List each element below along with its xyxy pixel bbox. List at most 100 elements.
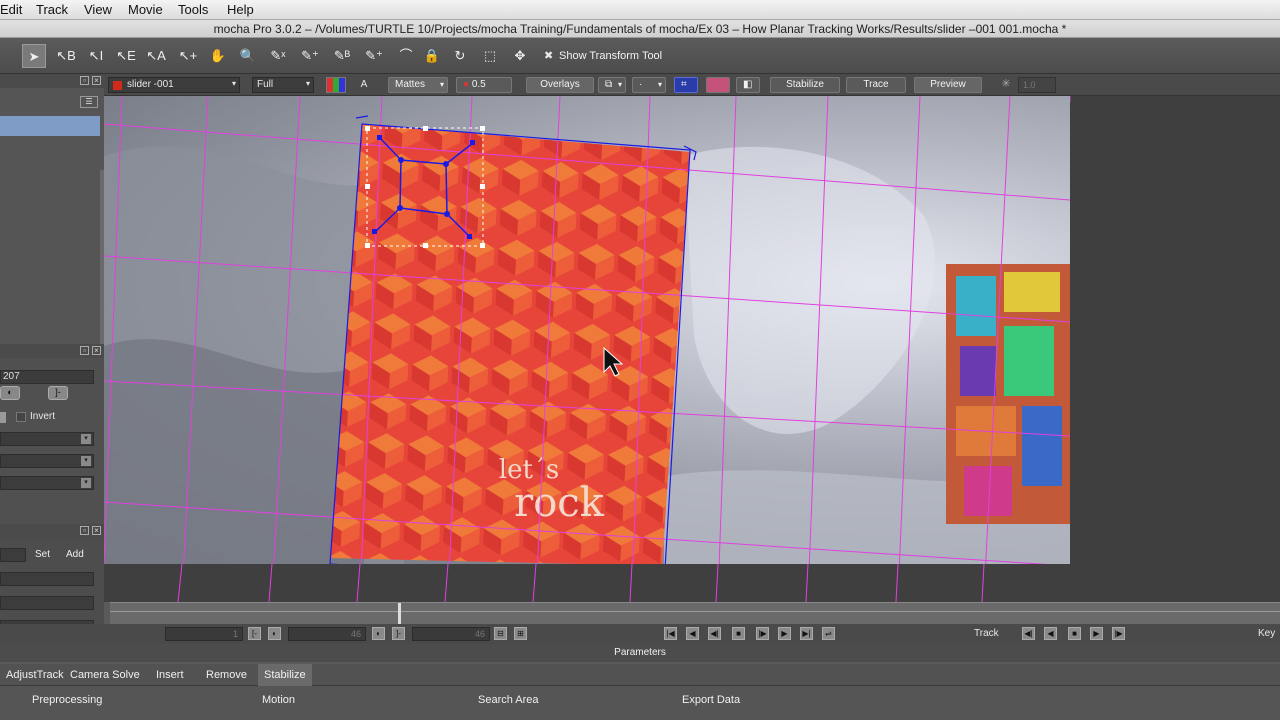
display-options-icon[interactable]: · ▾	[632, 77, 666, 93]
rgb-channels-icon[interactable]	[326, 77, 346, 93]
brightness-icon[interactable]: ✳	[998, 77, 1014, 93]
play-backwards-icon[interactable]: ◀	[686, 627, 699, 640]
close-panel-icon[interactable]: ×	[92, 76, 101, 85]
fabric-shape	[104, 339, 364, 564]
invert-checkbox[interactable]	[16, 412, 26, 422]
snapshot-icon[interactable]: ◧	[736, 77, 760, 93]
overlay-options-icon[interactable]: ⧉ ▾	[598, 77, 626, 93]
edge-field-1[interactable]	[0, 572, 94, 586]
float-panel-icon[interactable]: ▫	[80, 346, 89, 355]
fit-range-icon[interactable]: ⊟	[494, 627, 507, 640]
vase-highlight	[684, 146, 935, 434]
tab-camera-solve[interactable]: Camera Solve	[64, 664, 146, 686]
layer-select[interactable]: slider -001 ▾	[108, 77, 240, 93]
show-transform-tool-label[interactable]: Show Transform Tool	[559, 50, 662, 62]
alpha-channel-icon[interactable]: A	[354, 77, 374, 93]
magnetic-tool-icon[interactable]: ⌒	[394, 44, 418, 68]
go-to-start-icon[interactable]: |◀	[664, 627, 677, 640]
current-frame-field[interactable]: 46	[288, 627, 366, 641]
expand-range-icon[interactable]: ⊞	[514, 627, 527, 640]
zoom-tool-icon[interactable]: 🔍	[236, 44, 260, 68]
add-xspline-icon[interactable]: ✎⁺	[298, 44, 322, 68]
parameters-header: Parameters	[0, 644, 1280, 662]
select-tool-icon[interactable]: ➤	[22, 44, 46, 68]
track-forward-icon[interactable]: |▶	[1112, 627, 1125, 640]
layer-value-field[interactable]: 207	[0, 370, 94, 384]
create-xspline-icon[interactable]: ✎ˣ	[266, 44, 290, 68]
select-b-tool-icon[interactable]: ↖B	[54, 44, 78, 68]
matte-dropdown[interactable]: ▾	[0, 454, 94, 468]
close-panel-icon[interactable]: ×	[92, 346, 101, 355]
menu-view[interactable]: View	[84, 2, 112, 17]
section-search-area: Search Area	[478, 694, 539, 706]
select-a-tool-icon[interactable]: ↖A	[144, 44, 168, 68]
close-panel-icon[interactable]: ×	[92, 526, 101, 535]
menu-track[interactable]: Track	[36, 2, 68, 17]
transform-checkbox-icon[interactable]: ✖	[544, 49, 553, 62]
stabilize-button[interactable]: Stabilize	[770, 77, 840, 93]
resolution-select[interactable]: Full ▾	[252, 77, 314, 93]
menu-tools[interactable]: Tools	[178, 2, 208, 17]
float-panel-icon[interactable]: ▫	[80, 76, 89, 85]
hand-tool-icon[interactable]: ✋	[206, 44, 230, 68]
tab-insert[interactable]: Insert	[150, 664, 190, 686]
timeline-ruler[interactable]	[110, 602, 1280, 625]
scale-tool-icon[interactable]: ⬚	[478, 44, 502, 68]
create-bspline-icon[interactable]: ✎ᴮ	[330, 44, 354, 68]
trace-button[interactable]: Trace	[846, 77, 906, 93]
selected-layer-row[interactable]	[0, 116, 100, 136]
float-panel-icon[interactable]: ▫	[80, 526, 89, 535]
select-i-tool-icon[interactable]: ↖I	[84, 44, 108, 68]
track-forward-frame-icon[interactable]: ▶	[1090, 627, 1103, 640]
panel-menu-icon[interactable]: ☰	[80, 96, 98, 108]
gain-field[interactable]: 1.0	[1018, 77, 1056, 93]
add-button[interactable]: Add	[66, 549, 84, 560]
in-frame-field[interactable]: 1	[165, 627, 243, 641]
tab-remove[interactable]: Remove	[200, 664, 253, 686]
trace-label: Trace	[863, 79, 889, 90]
opacity-icon: ●	[463, 79, 470, 90]
track-mode-dropdown[interactable]: ▾	[0, 476, 94, 490]
link-icon[interactable]: ◐	[372, 627, 385, 640]
add-bspline-icon[interactable]: ✎⁺	[362, 44, 386, 68]
select-e-tool-icon[interactable]: ↖E	[114, 44, 138, 68]
edge-field-2[interactable]	[0, 596, 94, 610]
step-forward-icon[interactable]: |▶	[756, 627, 769, 640]
edge-value-field[interactable]	[0, 548, 26, 562]
rotate-tool-icon[interactable]: ↻	[448, 44, 472, 68]
keyframe-icon[interactable]: ]-	[48, 386, 68, 400]
color-swatch[interactable]	[0, 412, 6, 423]
menu-edit[interactable]: Edit	[0, 2, 22, 17]
play-forwards-icon[interactable]: ▶	[778, 627, 791, 640]
set-button[interactable]: Set	[35, 549, 50, 560]
matte-opacity-field[interactable]: ● 0.5	[456, 77, 512, 93]
set-out-icon[interactable]: ]-	[392, 627, 405, 640]
viewer-margin-bottom	[104, 563, 1070, 603]
stop-icon[interactable]: ■	[732, 627, 745, 640]
move-tool-icon[interactable]: ✥	[508, 44, 532, 68]
loop-icon[interactable]: ⇌	[822, 627, 835, 640]
viewer-canvas[interactable]: let´s rock	[104, 96, 1070, 564]
surface-icon[interactable]: ⌗	[674, 77, 698, 93]
set-in-icon[interactable]: [-	[248, 627, 261, 640]
track-backward-icon[interactable]: ◀|	[1022, 627, 1035, 640]
mattes-color-icon[interactable]	[706, 77, 730, 93]
go-to-end-icon[interactable]: ▶|	[800, 627, 813, 640]
playhead[interactable]	[398, 603, 401, 625]
mattes-button[interactable]: Mattes ▾	[388, 77, 448, 93]
track-back-frame-icon[interactable]: ◀	[1044, 627, 1057, 640]
preview-button[interactable]: Preview	[914, 77, 982, 93]
blend-mode-dropdown[interactable]: ▾	[0, 432, 94, 446]
out-frame-field[interactable]: 46	[412, 627, 490, 641]
link-icon[interactable]: ◐	[0, 386, 20, 400]
lock-tool-icon[interactable]: 🔒	[420, 44, 444, 68]
tab-stabilize[interactable]: Stabilize	[258, 664, 312, 686]
menu-help[interactable]: Help	[227, 2, 254, 17]
track-stop-icon[interactable]: ■	[1068, 627, 1081, 640]
tab-adjusttrack[interactable]: AdjustTrack	[0, 664, 70, 686]
link-icon[interactable]: ◐	[268, 627, 281, 640]
menu-movie[interactable]: Movie	[128, 2, 163, 17]
add-point-tool-icon[interactable]: ↖+	[176, 44, 200, 68]
overlays-button[interactable]: Overlays	[526, 77, 594, 93]
step-back-icon[interactable]: ◀|	[708, 627, 721, 640]
